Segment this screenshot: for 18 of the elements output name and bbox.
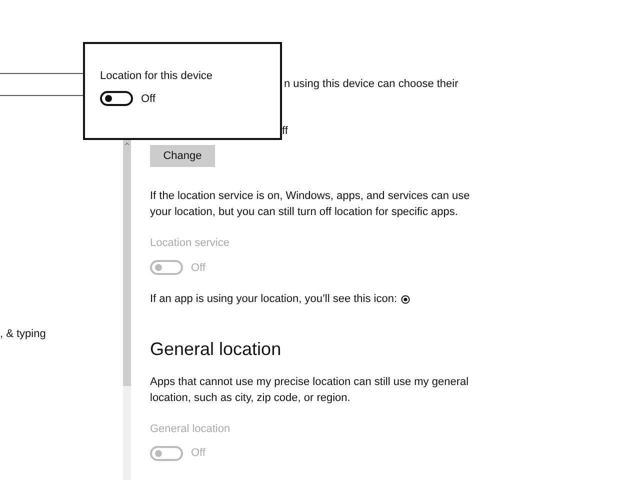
location-indicator-icon (401, 294, 410, 304)
toggle-switch[interactable] (100, 91, 133, 106)
toggle-state-label: Off (141, 92, 156, 106)
setting-label: Location for this device (100, 69, 214, 84)
description-text: ff (282, 124, 289, 138)
scroll-up-icon[interactable] (123, 140, 131, 148)
change-button[interactable]: Change (150, 145, 215, 167)
description-text: Apps that cannot use my precise location can still use my general location, such as city, zip code, or region. (150, 374, 470, 406)
toggle-state-label: Off (191, 260, 206, 276)
section-heading: General location (150, 338, 282, 360)
description-text: If an app is using your location, you’ll see this icon: (150, 292, 398, 307)
setting-label: General location (150, 422, 230, 436)
description-text: If the location service is on, Windows, apps, and services can use your location, but you can still turn off location for specific apps. (150, 189, 471, 220)
scrollbar-thumb[interactable] (123, 140, 131, 386)
setting-label: Location service (150, 236, 230, 251)
toggle-state-label: Off (191, 446, 206, 461)
sidebar-item[interactable]: , & typing (0, 326, 46, 342)
description-text: n using this device can choose their (284, 77, 460, 91)
